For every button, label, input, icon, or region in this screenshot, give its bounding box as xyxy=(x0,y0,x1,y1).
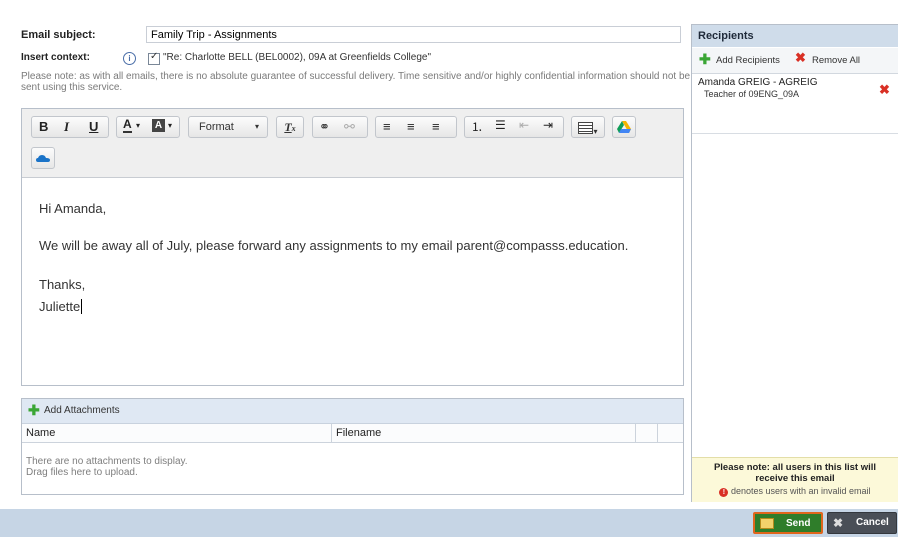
subject-label: Email subject: xyxy=(21,29,96,41)
editor-toolbar: B I U A ▾ A ▾ Format ▾ Tx ⚭ ⚯ ≡ ≡ ≡ ⒈ ☰ … xyxy=(22,109,683,178)
format-select[interactable]: Format ▾ xyxy=(188,116,268,138)
attachments-empty-message: There are no attachments to display. Dra… xyxy=(26,456,188,478)
column-extra-1 xyxy=(636,424,658,443)
italic-icon[interactable]: I xyxy=(64,119,69,135)
empty-line-1: There are no attachments to display. xyxy=(26,456,188,467)
context-text: "Re: Charlotte BELL (BEL0002), 09A at Gr… xyxy=(163,52,431,63)
add-attachments-button[interactable]: Add Attachments xyxy=(44,405,120,416)
format-select-label: Format xyxy=(199,121,234,133)
column-extra-2 xyxy=(658,424,683,443)
send-button[interactable]: Send xyxy=(753,512,823,534)
add-icon[interactable]: ✚ xyxy=(699,52,711,66)
background-color-icon[interactable]: A xyxy=(152,119,165,132)
google-drive-icon[interactable] xyxy=(612,116,636,138)
footer-bar: Send ✖ Cancel xyxy=(0,509,898,537)
email-editor: B I U A ▾ A ▾ Format ▾ Tx ⚭ ⚯ ≡ ≡ ≡ ⒈ ☰ … xyxy=(21,108,684,386)
table-icon[interactable]: ▾ xyxy=(571,116,605,138)
numbered-list-icon[interactable]: ⒈ xyxy=(471,118,483,135)
recipient-name: Amanda GREIG - AGREIG xyxy=(698,77,818,88)
recipients-panel: Recipients ✚ Add Recipients ✖ Remove All… xyxy=(691,24,898,502)
align-left-icon[interactable]: ≡ xyxy=(383,119,391,134)
column-filename[interactable]: Filename xyxy=(332,424,636,443)
text-cursor xyxy=(81,299,83,314)
closing-line: Thanks, xyxy=(39,277,86,292)
align-right-icon[interactable]: ≡ xyxy=(432,119,440,134)
remove-recipient-icon[interactable]: ✖ xyxy=(879,82,890,98)
attachments-header: ✚ Add Attachments xyxy=(22,399,683,424)
text-color-icon[interactable]: A xyxy=(123,118,132,133)
send-label: Send xyxy=(786,518,811,529)
link-icon[interactable]: ⚭ xyxy=(319,119,330,135)
invalid-email-text: denotes users with an invalid email xyxy=(730,486,871,496)
onedrive-icon[interactable] xyxy=(31,147,55,169)
decrease-indent-icon[interactable]: ⇤ xyxy=(519,118,529,132)
context-checkbox[interactable] xyxy=(148,51,160,65)
recipients-title: Recipients xyxy=(692,25,898,47)
empty-line-2: Drag files here to upload. xyxy=(26,467,138,478)
remove-all-button[interactable]: Remove All xyxy=(812,55,860,66)
unlink-icon[interactable]: ⚯ xyxy=(344,119,355,135)
recipients-toolbar: ✚ Add Recipients ✖ Remove All xyxy=(692,48,898,74)
increase-indent-icon[interactable]: ⇥ xyxy=(543,118,553,132)
chevron-down-icon: ▾ xyxy=(255,122,260,131)
recipient-item[interactable]: Amanda GREIG - AGREIG Teacher of 09ENG_0… xyxy=(692,74,898,134)
info-icon[interactable]: i xyxy=(123,52,136,65)
remove-format-icon[interactable]: Tx xyxy=(276,116,304,138)
context-label: Insert context: xyxy=(21,52,90,63)
remove-icon[interactable]: ✖ xyxy=(795,51,806,64)
subject-input[interactable] xyxy=(146,26,681,43)
recipients-note: Please note: all users in this list will… xyxy=(692,457,898,502)
align-center-icon[interactable]: ≡ xyxy=(407,119,415,134)
bulleted-list-icon[interactable]: ☰ xyxy=(495,118,506,132)
add-icon[interactable]: ✚ xyxy=(28,403,40,417)
recipients-note-title: Please note: all users in this list will… xyxy=(713,462,877,484)
cancel-label: Cancel xyxy=(856,517,889,528)
add-recipients-button[interactable]: Add Recipients xyxy=(716,55,780,66)
greeting-line: Hi Amanda, xyxy=(39,201,107,216)
cancel-button[interactable]: ✖ Cancel xyxy=(827,512,897,534)
envelope-icon xyxy=(760,518,774,529)
delivery-note: Please note: as with all emails, there i… xyxy=(21,71,691,93)
attachments-panel: ✚ Add Attachments Name Filename There ar… xyxy=(21,398,684,495)
recipient-role: Teacher of 09ENG_09A xyxy=(704,89,800,99)
text-color-dropdown-icon[interactable]: ▾ xyxy=(136,121,140,130)
cancel-icon: ✖ xyxy=(833,516,844,530)
column-name[interactable]: Name xyxy=(22,424,332,443)
signature-text: Juliette xyxy=(39,299,81,314)
warning-icon: ! xyxy=(719,488,729,497)
bg-color-dropdown-icon[interactable]: ▾ xyxy=(168,121,172,130)
invalid-email-note: ! denotes users with an invalid email xyxy=(692,486,898,497)
underline-icon[interactable]: U xyxy=(89,119,98,134)
bold-icon[interactable]: B xyxy=(39,119,48,134)
signature-line: Juliette xyxy=(39,299,83,314)
body-line: We will be away all of July, please forw… xyxy=(39,238,629,253)
